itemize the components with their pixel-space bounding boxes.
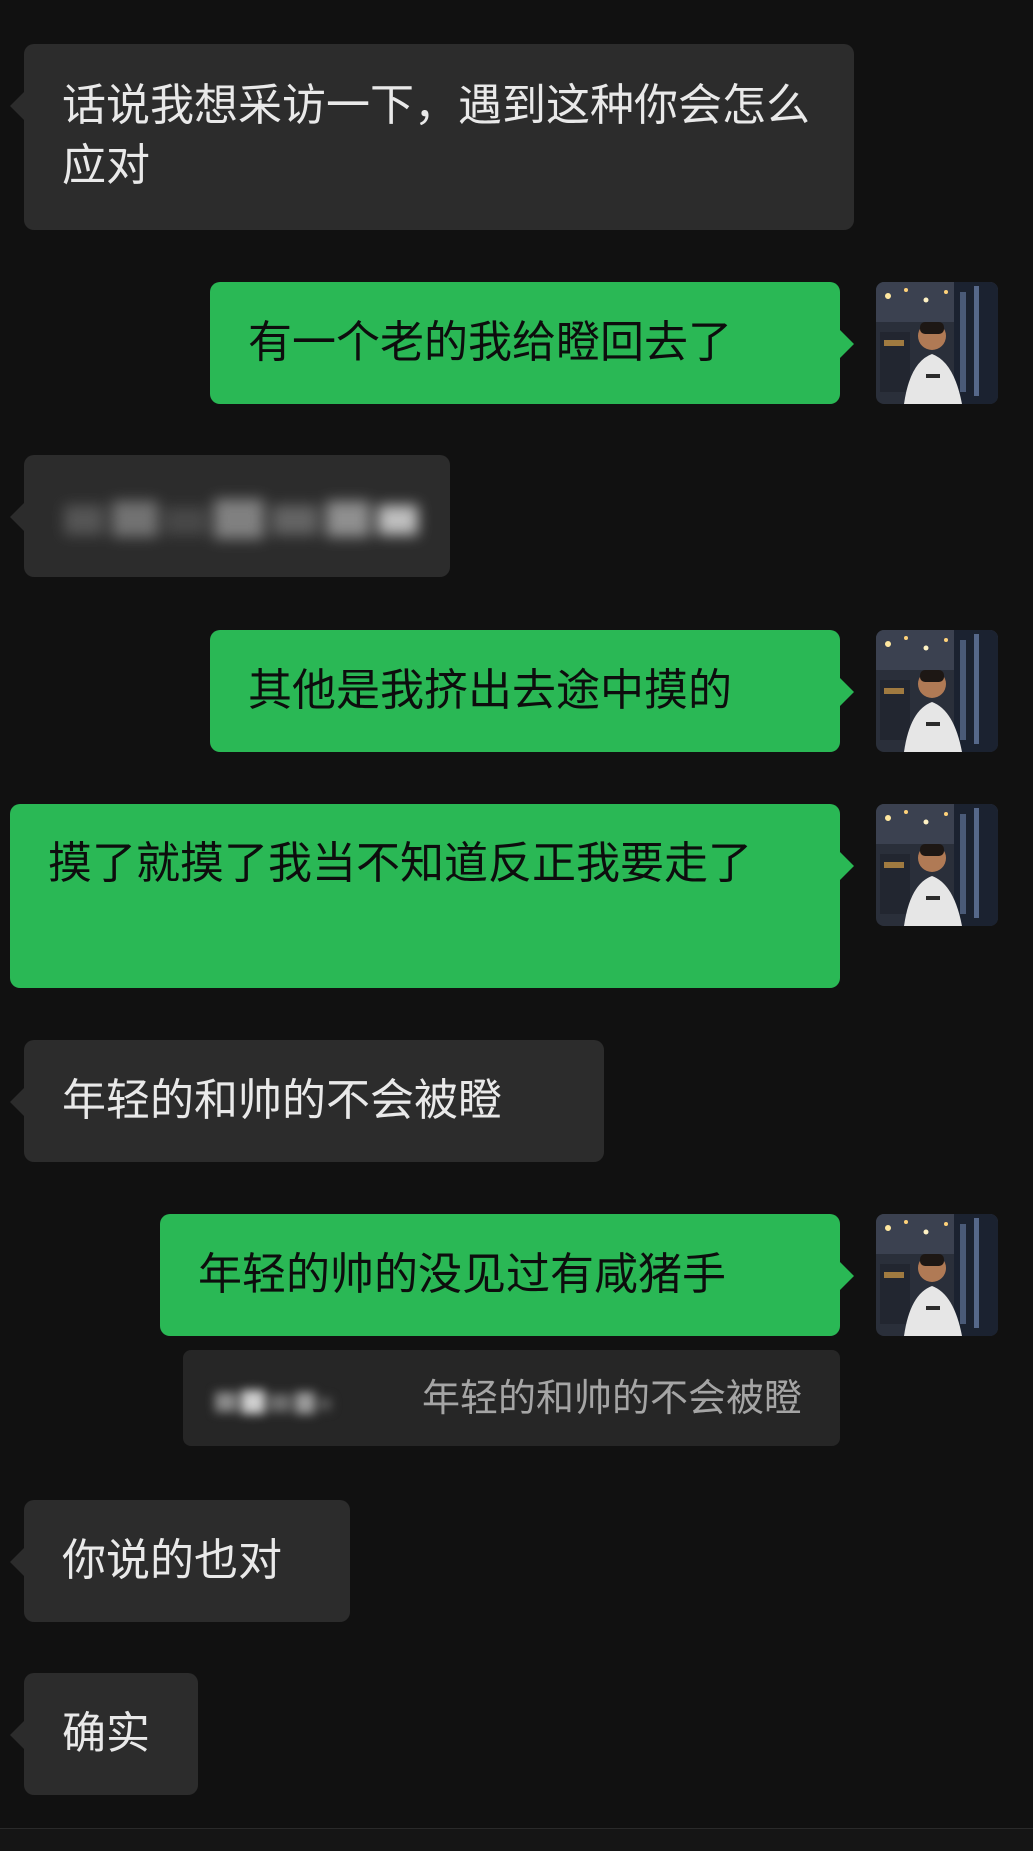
message-text: 你说的也对: [62, 1535, 282, 1586]
pixelated-text-placeholder: [64, 499, 418, 539]
message-bubble-outgoing[interactable]: 年轻的帅的没见过有咸猪手: [160, 1214, 854, 1336]
message-text: 确实: [62, 1708, 150, 1759]
pixelated-sender-name: [215, 1390, 331, 1414]
avatar-photo-icon: [876, 1214, 998, 1336]
message-text: 话说我想采访一下，遇到这种你会怎么应对: [62, 80, 810, 191]
message-text: 年轻的帅的没见过有咸猪手: [198, 1249, 726, 1300]
message-bubble-incoming[interactable]: 年轻的和帅的不会被瞪: [10, 1040, 604, 1162]
message-bubble-incoming[interactable]: 话说我想采访一下，遇到这种你会怎么应对: [10, 44, 854, 230]
message-bubble-outgoing[interactable]: 摸了就摸了我当不知道反正我要走了: [10, 804, 854, 988]
message-bubble-incoming[interactable]: 确实: [10, 1673, 198, 1795]
avatar[interactable]: [876, 282, 998, 404]
avatar-photo-icon: [876, 282, 998, 404]
message-bubble-outgoing[interactable]: 有一个老的我给瞪回去了: [210, 282, 854, 404]
message-bubble-outgoing[interactable]: 其他是我挤出去途中摸的: [210, 630, 854, 752]
message-text: 年轻的和帅的不会被瞪: [62, 1075, 502, 1126]
avatar-photo-icon: [876, 804, 998, 926]
message-text: 摸了就摸了我当不知道反正我要走了: [48, 838, 752, 889]
avatar-photo-icon: [876, 630, 998, 752]
input-bar-edge: [0, 1828, 1033, 1851]
message-bubble-incoming[interactable]: [10, 455, 450, 577]
message-text: 其他是我挤出去途中摸的: [248, 665, 732, 716]
message-bubble-incoming[interactable]: 你说的也对: [10, 1500, 350, 1622]
quoted-message[interactable]: 年轻的和帅的不会被瞪: [183, 1350, 840, 1446]
avatar[interactable]: [876, 1214, 998, 1336]
avatar[interactable]: [876, 804, 998, 926]
avatar[interactable]: [876, 630, 998, 752]
message-text: 有一个老的我给瞪回去了: [248, 317, 732, 368]
quoted-text: 年轻的和帅的不会被瞪: [421, 1376, 802, 1420]
